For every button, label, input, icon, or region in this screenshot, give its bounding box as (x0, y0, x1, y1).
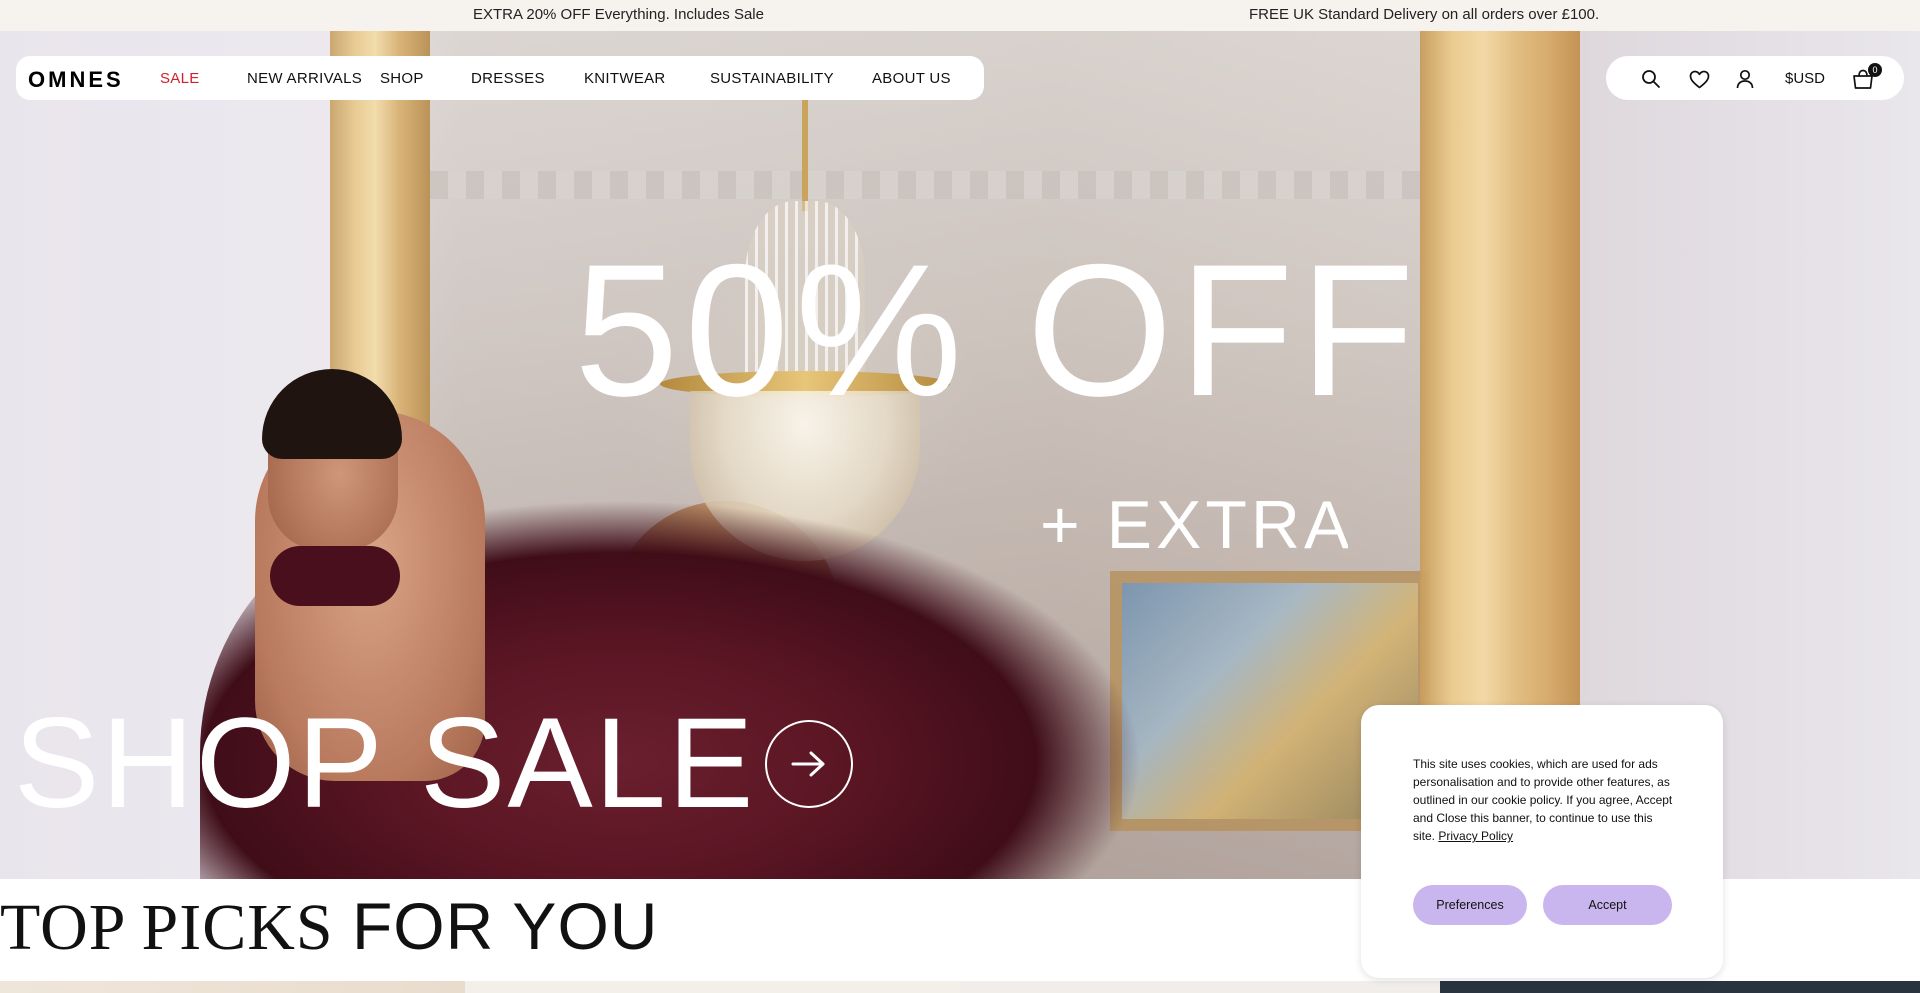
nav-item-knitwear[interactable]: KNITWEAR (584, 70, 666, 87)
product-card[interactable] (465, 981, 960, 993)
cookie-accept-button[interactable]: Accept (1543, 885, 1672, 925)
utility-navigation: $USD 0 (1606, 56, 1904, 100)
nav-item-dresses[interactable]: DRESSES (471, 70, 545, 87)
heading-sans-part: FOR YOU (351, 889, 659, 963)
product-carousel (0, 981, 1920, 993)
nav-item-sustainability[interactable]: SUSTAINABILITY (710, 70, 834, 87)
hero-background-molding (430, 171, 1420, 199)
privacy-policy-link[interactable]: Privacy Policy (1438, 829, 1513, 843)
cart-count-badge: 0 (1868, 63, 1882, 77)
hero-model-scarf (270, 546, 400, 606)
hero-subline-clip: + EXTRA 20 (1040, 491, 1348, 591)
nav-item-shop[interactable]: SHOP (380, 70, 424, 87)
product-card[interactable] (0, 981, 465, 993)
brand-logo[interactable]: OMNES (28, 69, 124, 91)
section-heading-top-picks: TOP PICKS FOR YOU (0, 893, 658, 961)
product-card[interactable] (1440, 981, 1920, 993)
arrow-right-icon[interactable] (765, 720, 854, 808)
bag-icon[interactable]: 0 (1852, 63, 1882, 90)
promo-message-discount[interactable]: EXTRA 20% OFF Everything. Includes Sale (473, 6, 764, 23)
hero-headline: 50% OFF (574, 225, 1421, 435)
product-card[interactable] (960, 981, 1440, 993)
currency-selector[interactable]: $USD (1785, 70, 1825, 87)
hero-subline: + EXTRA 20 (1040, 491, 1348, 563)
main-navigation: OMNES SALE NEW ARRIVALS SHOP DRESSES KNI… (16, 56, 984, 100)
heart-icon[interactable] (1688, 68, 1710, 90)
promo-message-delivery[interactable]: FREE UK Standard Delivery on all orders … (1249, 6, 1599, 23)
cookie-consent-banner: This site uses cookies, which are used f… (1361, 705, 1723, 978)
shop-sale-cta[interactable]: SHOP SALE (14, 700, 854, 828)
nav-item-sale[interactable]: SALE (160, 70, 200, 87)
search-icon[interactable] (1640, 68, 1662, 90)
cookie-message: This site uses cookies, which are used f… (1413, 755, 1677, 845)
shop-sale-label[interactable]: SHOP SALE (14, 700, 755, 828)
heading-serif-part: TOP PICKS (0, 891, 334, 964)
nav-item-new-arrivals[interactable]: NEW ARRIVALS (247, 70, 362, 87)
nav-item-about-us[interactable]: ABOUT US (872, 70, 951, 87)
cookie-preferences-button[interactable]: Preferences (1413, 885, 1527, 925)
promo-bar: EXTRA 20% OFF Everything. Includes Sale … (0, 0, 1920, 31)
user-icon[interactable] (1734, 68, 1756, 90)
